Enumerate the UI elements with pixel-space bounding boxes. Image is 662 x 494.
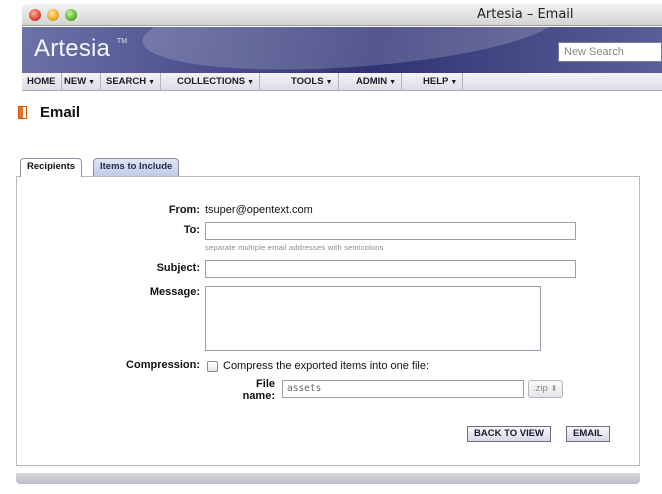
menu-home[interactable]: HOME [22,73,62,90]
menu-help[interactable]: HELP ▼ [418,73,464,90]
chevron-down-icon: ▼ [148,79,156,86]
window-title: Artesia – Email [477,7,574,22]
to-hint: separate multiple email addresses with s… [205,243,384,252]
chevron-down-icon: ▼ [325,79,333,86]
window-bottom-bar [16,473,640,484]
header-banner: Artesia TM New Search [22,27,662,73]
title-bar: Artesia – Email [22,4,662,26]
page-title: Email [40,104,81,121]
subject-field[interactable] [205,260,576,278]
file-name-label-line2: name: [242,390,275,402]
compress-checkbox[interactable] [207,361,218,372]
minimize-window-icon[interactable] [47,9,59,21]
menu-search[interactable]: SEARCH ▼ [101,73,162,90]
tab-items-to-include[interactable]: Items to Include [93,158,180,176]
from-value: tsuper@opentext.com [205,204,313,216]
main-menu-bar: HOME NEW ▼ SEARCH ▼ COLLECTIONS ▼ TOOLS ▼ AD… [22,73,662,91]
trademark-mark: TM [117,38,128,45]
from-label: From: [168,204,200,216]
back-to-view-button[interactable]: BACK TO VIEW [467,426,552,442]
chevron-down-icon: ▼ [88,79,96,86]
to-label: To: [183,224,200,236]
chevron-down-icon: ▼ [450,79,458,86]
email-button[interactable]: EMAIL [566,426,610,442]
file-name-field[interactable]: assets [282,380,524,398]
subject-label: Subject: [156,262,200,274]
compression-label: Compression: [126,359,200,371]
menu-tools[interactable]: TOOLS ▼ [286,73,339,90]
to-field[interactable] [205,222,576,240]
extension-select[interactable]: .zip ⬍ [528,380,563,398]
menu-admin[interactable]: ADMIN ▼ [351,73,403,90]
page-marker-icon [18,106,27,119]
compress-label: Compress the exported items into one fil… [223,360,430,372]
stepper-arrows-icon: ⬍ [550,384,558,393]
new-search-input[interactable]: New Search [558,42,662,62]
chevron-down-icon: ▼ [389,79,397,86]
close-window-icon[interactable] [29,9,41,21]
tab-recipients[interactable]: Recipients [20,158,83,177]
chevron-down-icon: ▼ [247,79,255,86]
message-label: Message: [149,286,200,298]
menu-collections[interactable]: COLLECTIONS ▼ [172,73,261,90]
message-textarea[interactable] [205,286,541,351]
menu-new[interactable]: NEW ▼ [59,73,102,90]
file-name-label-line1: File [256,378,275,390]
zoom-window-icon[interactable] [65,9,77,21]
artesia-logo: Artesia [34,35,111,62]
